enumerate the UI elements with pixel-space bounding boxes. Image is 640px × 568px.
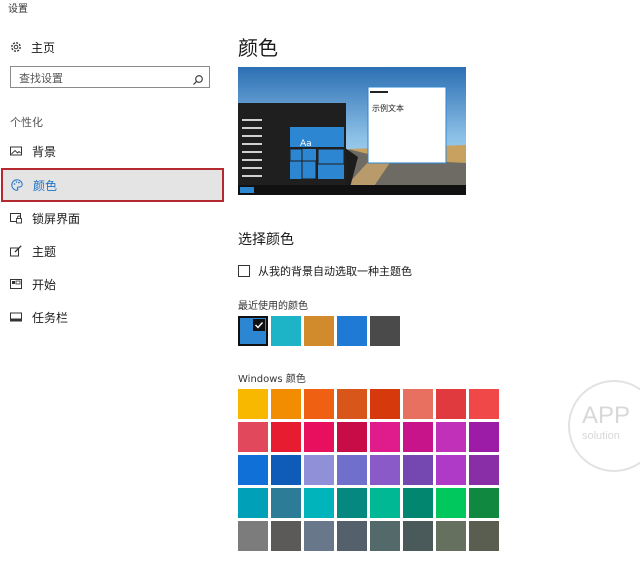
sidebar-item-start[interactable]: 开始	[0, 269, 222, 299]
sidebar-item-themes[interactable]: 主题	[0, 236, 222, 266]
search-box[interactable]	[10, 66, 210, 89]
search-icon[interactable]	[192, 71, 204, 85]
color-preview: Aa 示例文本	[238, 67, 466, 195]
windows-color-swatch[interactable]	[403, 422, 433, 452]
watermark-line2: solution	[582, 430, 620, 442]
windows-color-swatch[interactable]	[337, 455, 367, 485]
windows-color-swatch[interactable]	[370, 521, 400, 551]
watermark: APP solution	[568, 380, 640, 472]
recent-color-swatch[interactable]	[370, 316, 400, 346]
sidebar-item-label: 锁屏界面	[32, 211, 81, 226]
search-input[interactable]	[17, 68, 191, 89]
recent-colors	[238, 316, 400, 346]
preview-background-image	[238, 67, 466, 195]
windows-color-swatch[interactable]	[304, 389, 334, 419]
windows-color-swatch[interactable]	[238, 488, 268, 518]
windows-color-swatch[interactable]	[238, 455, 268, 485]
gear-icon	[10, 41, 22, 53]
windows-color-swatch[interactable]	[370, 455, 400, 485]
windows-color-swatch[interactable]	[337, 488, 367, 518]
brush-icon	[10, 245, 22, 257]
windows-color-swatch[interactable]	[238, 389, 268, 419]
windows-color-swatch[interactable]	[304, 488, 334, 518]
checkmark-icon	[253, 319, 265, 331]
recent-color-swatch[interactable]	[304, 316, 334, 346]
watermark-line1: APP	[582, 402, 631, 429]
windows-color-swatch[interactable]	[304, 422, 334, 452]
windows-color-swatch[interactable]	[271, 422, 301, 452]
section-title: 选择颜色	[238, 232, 294, 248]
windows-color-swatch[interactable]	[403, 488, 433, 518]
windows-color-swatch[interactable]	[403, 455, 433, 485]
windows-color-swatch[interactable]	[403, 389, 433, 419]
windows-color-swatch[interactable]	[469, 422, 499, 452]
windows-color-swatch[interactable]	[469, 389, 499, 419]
preview-tile-label: Aa	[300, 139, 312, 149]
windows-color-swatch[interactable]	[304, 455, 334, 485]
windows-color-swatch[interactable]	[370, 389, 400, 419]
palette-icon	[11, 179, 23, 191]
page-title: 颜色	[238, 36, 278, 60]
group-label-personalization: 个性化	[10, 116, 43, 129]
windows-color-swatch[interactable]	[436, 422, 466, 452]
sidebar-item-label: 颜色	[33, 178, 58, 193]
windows-color-swatch[interactable]	[304, 521, 334, 551]
image-icon	[10, 145, 22, 157]
sidebar-item-lock-screen[interactable]: 锁屏界面	[0, 203, 222, 233]
home-label: 主页	[31, 40, 56, 55]
auto-pick-accent-label: 从我的背景自动选取一种主题色	[258, 265, 412, 278]
window-title: 设置	[8, 4, 28, 15]
recent-color-swatch[interactable]	[238, 316, 268, 346]
sidebar-item-label: 任务栏	[32, 310, 69, 325]
preview-sample-text: 示例文本	[372, 104, 404, 113]
sidebar-item-background[interactable]: 背景	[0, 136, 222, 166]
sidebar-item-label: 主题	[32, 244, 57, 259]
windows-color-swatch[interactable]	[469, 455, 499, 485]
sidebar-item-label: 开始	[32, 277, 57, 292]
windows-color-swatch[interactable]	[469, 521, 499, 551]
auto-pick-accent-checkbox[interactable]	[238, 265, 250, 277]
recent-color-swatch[interactable]	[337, 316, 367, 346]
windows-color-swatch[interactable]	[436, 389, 466, 419]
windows-color-swatch[interactable]	[238, 422, 268, 452]
windows-color-swatch[interactable]	[271, 488, 301, 518]
sidebar-item-label: 背景	[32, 144, 57, 159]
sidebar-item-colors[interactable]: 颜色	[1, 168, 224, 202]
windows-colors-grid	[238, 389, 499, 551]
start-icon	[10, 278, 22, 290]
windows-color-swatch[interactable]	[271, 389, 301, 419]
sidebar-item-taskbar[interactable]: 任务栏	[0, 302, 222, 332]
windows-color-swatch[interactable]	[337, 389, 367, 419]
windows-color-swatch[interactable]	[337, 521, 367, 551]
home-button[interactable]: 主页	[10, 38, 55, 56]
windows-color-swatch[interactable]	[469, 488, 499, 518]
recent-colors-label: 最近使用的颜色	[238, 301, 308, 312]
windows-colors-label: Windows 颜色	[238, 374, 306, 385]
auto-pick-accent-checkbox-row[interactable]: 从我的背景自动选取一种主题色	[238, 263, 412, 279]
windows-color-swatch[interactable]	[271, 455, 301, 485]
windows-color-swatch[interactable]	[436, 455, 466, 485]
taskbar-icon	[10, 311, 22, 323]
recent-color-swatch[interactable]	[271, 316, 301, 346]
windows-color-swatch[interactable]	[370, 422, 400, 452]
windows-color-swatch[interactable]	[403, 521, 433, 551]
lock-screen-icon	[10, 212, 22, 224]
windows-color-swatch[interactable]	[337, 422, 367, 452]
windows-color-swatch[interactable]	[238, 521, 268, 551]
windows-color-swatch[interactable]	[436, 488, 466, 518]
windows-color-swatch[interactable]	[436, 521, 466, 551]
windows-color-swatch[interactable]	[370, 488, 400, 518]
windows-color-swatch[interactable]	[271, 521, 301, 551]
